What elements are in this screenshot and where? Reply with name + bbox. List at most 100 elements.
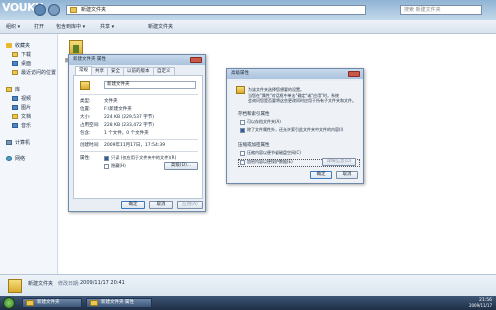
- compress-checkbox[interactable]: [240, 151, 245, 156]
- details-pane: 新建文件夹 修改日期: 2009/11/17 20:41: [0, 274, 496, 296]
- back-arrow-icon[interactable]: [34, 4, 46, 16]
- nav-documents[interactable]: 文档: [12, 113, 31, 121]
- navigation-pane: 收藏夹 下载 桌面 最近访问的位置 库 视频 图片 文档 音乐 计算机 网络: [0, 34, 58, 274]
- details-modified-label: 修改日期:: [58, 281, 80, 287]
- nav-music[interactable]: 音乐: [12, 122, 31, 130]
- type-label: 类型:: [80, 99, 91, 104]
- contains-label: 包含:: [80, 131, 91, 136]
- open-button[interactable]: 打开: [34, 23, 44, 31]
- attributes-label: 属性:: [80, 156, 91, 161]
- properties-general-panel: 新建文件夹 类型: 文件夹 位置: F:\新建文件夹 大小: 224 KB (2…: [73, 75, 203, 199]
- nav-computer[interactable]: 计算机: [6, 139, 30, 147]
- ok-button[interactable]: 确定: [121, 201, 145, 209]
- desktop-screen: VOUKU 新建文件夹 搜索 新建文件夹 组织 ▾ 打开 包含到库中 ▾ 共享 …: [0, 0, 496, 310]
- network-icon: [6, 156, 12, 161]
- include-in-library-button[interactable]: 包含到库中 ▾: [56, 23, 85, 31]
- star-icon: [6, 43, 12, 48]
- index-checkbox[interactable]: [240, 128, 245, 133]
- explorer-title-bar: VOUKU 新建文件夹 搜索 新建文件夹: [0, 0, 496, 20]
- taskbar-properties-button[interactable]: 新建文件夹 属性: [86, 298, 152, 308]
- nav-libraries[interactable]: 库: [6, 86, 20, 94]
- cancel-button[interactable]: 取消: [149, 201, 173, 209]
- divider: [80, 94, 198, 95]
- folder-name-field[interactable]: 新建文件夹: [104, 81, 196, 89]
- archive-index-heading: 存档和索引属性: [238, 112, 270, 117]
- readonly-label: 只读 (仅应用于文件夹中的文件)(R): [111, 155, 177, 160]
- archive-label: 可以存档文件夹(A): [247, 119, 281, 124]
- close-icon[interactable]: [348, 71, 360, 77]
- compress-encrypt-heading: 压缩或加密属性: [238, 143, 270, 148]
- location-label: 位置:: [80, 107, 91, 112]
- search-input[interactable]: 搜索 新建文件夹: [400, 5, 482, 15]
- folder-icon: [90, 300, 98, 306]
- size-value: 224 KB (229,537 字节): [104, 115, 155, 120]
- index-label: 除了文件属性外，还允许索引此文件夹中文件的内容(I): [247, 127, 344, 132]
- advanced-button[interactable]: 高级(D)...: [164, 162, 198, 170]
- tab-general[interactable]: 常规: [75, 66, 92, 75]
- contains-value: 1 个文件，0 个文件夹: [104, 131, 149, 136]
- details-button[interactable]: 详细信息(D): [322, 158, 356, 166]
- intro-line-3: 会询问您是否要将这些更改同时应用于所有子文件夹和文件。: [248, 98, 356, 103]
- folder-icon: [80, 81, 90, 90]
- desktop-icon: [12, 61, 18, 66]
- recent-places-icon: [12, 70, 18, 75]
- properties-dialog-title: 新建文件夹 属性: [69, 55, 205, 65]
- readonly-checkbox[interactable]: [104, 156, 109, 161]
- library-icon: [6, 87, 12, 92]
- music-icon: [12, 123, 18, 128]
- computer-icon: [6, 140, 12, 145]
- taskbar-explorer-button[interactable]: 新建文件夹: [22, 298, 82, 308]
- encrypt-label: 加密内容以便保护数据(E): [247, 159, 293, 164]
- divider: [80, 139, 198, 140]
- folder-icon: [8, 279, 22, 293]
- apply-button[interactable]: 应用(A): [177, 201, 203, 209]
- nav-favorites[interactable]: 收藏夹: [6, 42, 30, 50]
- type-value: 文件夹: [104, 99, 118, 104]
- address-text: 新建文件夹: [81, 7, 107, 13]
- properties-dialog: 新建文件夹 属性 常规 共享 安全 以前的版本 自定义 新建文件夹 类型: 文件…: [68, 54, 206, 212]
- nav-pictures[interactable]: 图片: [12, 104, 31, 112]
- command-bar: 组织 ▾ 打开 包含到库中 ▾ 共享 ▾ 新建文件夹: [0, 20, 496, 34]
- forward-arrow-icon[interactable]: [48, 4, 60, 16]
- nav-videos[interactable]: 视频: [12, 95, 31, 103]
- start-button[interactable]: [3, 297, 15, 309]
- nav-downloads[interactable]: 下载: [12, 51, 31, 59]
- disk-size-label: 占用空间:: [80, 123, 100, 128]
- downloads-icon: [12, 52, 18, 57]
- created-value: 2009年11月17日，17:54:39: [104, 143, 166, 148]
- picture-icon: [12, 105, 18, 110]
- new-folder-button[interactable]: 新建文件夹: [148, 23, 173, 31]
- ok-button[interactable]: 确定: [310, 171, 332, 179]
- address-bar[interactable]: 新建文件夹: [66, 5, 366, 15]
- tab-sharing[interactable]: 共享: [91, 67, 108, 75]
- folder-icon: [236, 86, 245, 94]
- clock-date[interactable]: 2009/11/17: [469, 303, 492, 308]
- advanced-dialog-title: 高级属性: [227, 69, 363, 79]
- archive-checkbox[interactable]: [240, 120, 245, 125]
- taskbar: 新建文件夹 新建文件夹 属性 21:56 2009/11/17: [0, 296, 496, 310]
- tab-customize[interactable]: 自定义: [153, 67, 175, 75]
- nav-network[interactable]: 网络: [6, 155, 25, 163]
- hidden-checkbox[interactable]: [104, 164, 109, 169]
- hidden-label: 隐藏(H): [111, 163, 126, 168]
- cancel-button[interactable]: 取消: [336, 171, 358, 179]
- divider: [80, 151, 198, 152]
- share-button[interactable]: 共享 ▾: [100, 23, 114, 31]
- folder-icon: [26, 300, 34, 306]
- system-tray: 21:56 2009/11/17: [440, 298, 494, 308]
- advanced-attributes-dialog: 高级属性 为该文件夹选择您想要的设置。 当您在"属性"对话框中单击"确定"或"应…: [226, 68, 364, 184]
- created-label: 创建时间:: [80, 143, 100, 148]
- video-icon: [12, 96, 18, 101]
- tab-security[interactable]: 安全: [107, 67, 124, 75]
- nav-recent[interactable]: 最近访问的位置: [12, 69, 56, 77]
- close-icon[interactable]: [190, 57, 202, 63]
- size-label: 大小:: [80, 115, 91, 120]
- nav-desktop[interactable]: 桌面: [12, 60, 31, 68]
- tab-previous-versions[interactable]: 以前的版本: [123, 67, 154, 75]
- details-file-name: 新建文件夹: [28, 281, 54, 287]
- organize-button[interactable]: 组织 ▾: [6, 23, 20, 31]
- disk-size-value: 228 KB (233,472 字节): [104, 123, 155, 128]
- compress-label: 压缩内容以便节省磁盘空间(C): [247, 150, 301, 155]
- encrypt-checkbox[interactable]: [240, 160, 245, 165]
- advanced-dialog-body: 为该文件夹选择您想要的设置。 当您在"属性"对话框中单击"确定"或"应用"时，系…: [230, 81, 362, 182]
